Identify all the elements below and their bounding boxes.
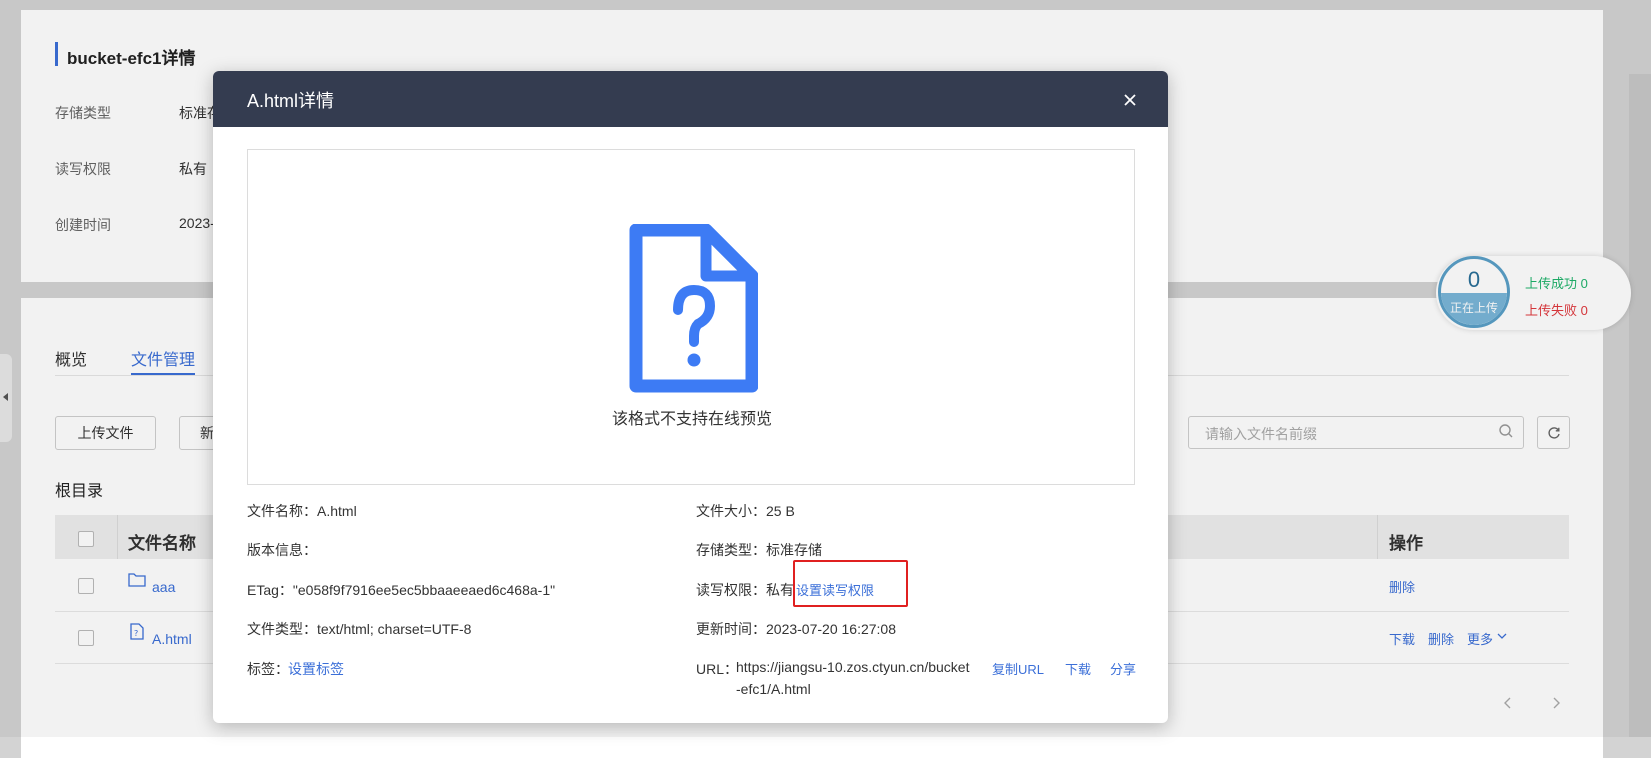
modal-title: A.html详情	[247, 91, 335, 111]
detail-filename: 文件名称：A.html	[247, 503, 357, 519]
detail-updated: 更新时间：2023-07-20 16:27:08	[696, 621, 896, 637]
modal-header: A.html详情	[213, 71, 1168, 127]
detail-tags-label: 标签：	[247, 661, 289, 677]
file-detail-modal: A.html详情 该格式不支持在线预览 文件名称：A.html 版本信息： ET…	[213, 71, 1168, 723]
copy-url-link[interactable]: 复制URL	[992, 659, 1044, 678]
detail-size: 文件大小：25 B	[696, 503, 795, 519]
detail-filetype: 文件类型：text/html; charset=UTF-8	[247, 621, 472, 637]
detail-url-line2: -efc1/A.html	[736, 681, 811, 697]
highlight-annotation-box	[793, 560, 908, 607]
detail-etag: ETag："e058f9f7916ee5ec5bbaaeeaed6c468a-1…	[247, 582, 556, 598]
close-button[interactable]	[1115, 83, 1145, 113]
detail-url-label: URL：	[696, 661, 739, 677]
share-link[interactable]: 分享	[1110, 659, 1136, 678]
detail-permission: 读写权限：私有	[696, 582, 794, 598]
preview-unsupported-text: 该格式不支持在线预览	[611, 411, 772, 428]
preview-area: 该格式不支持在线预览	[247, 149, 1135, 485]
download-link[interactable]: 下载	[1065, 659, 1091, 678]
detail-storage: 存储类型：标准存储	[696, 542, 822, 558]
unknown-file-icon	[629, 224, 758, 393]
detail-version: 版本信息：	[247, 542, 317, 558]
detail-url-line1: https://jiangsu-10.zos.ctyun.cn/bucket	[736, 659, 970, 675]
set-tags-link[interactable]: 设置标签	[288, 659, 344, 679]
close-icon	[1124, 94, 1136, 106]
